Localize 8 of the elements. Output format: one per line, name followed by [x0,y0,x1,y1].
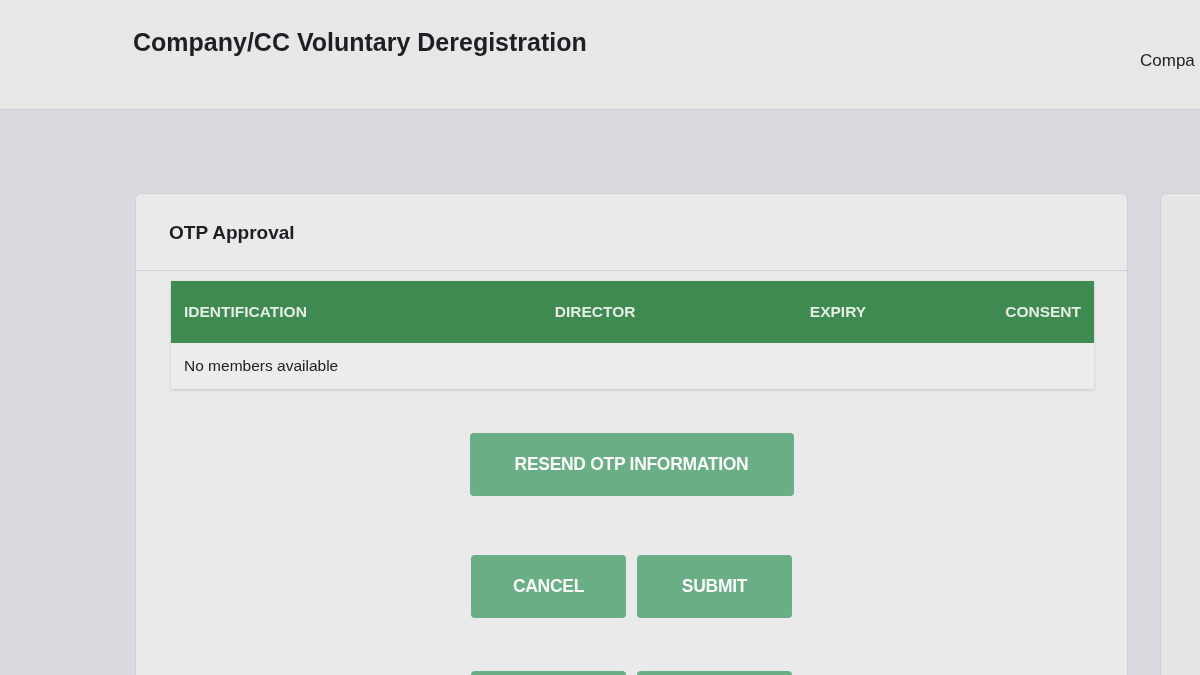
breadcrumb-text: Compa [1140,50,1196,72]
card-title: OTP Approval [169,222,295,243]
column-header: EXPIRY [809,302,868,323]
page-title: Company/CC Voluntary Deregistration [133,27,587,57]
column-header: DIRECTOR [554,302,637,323]
empty-table-message: No members available [184,356,339,377]
column-header: IDENTIFICATION [184,302,308,323]
column-header: CONSENT [1005,302,1081,323]
